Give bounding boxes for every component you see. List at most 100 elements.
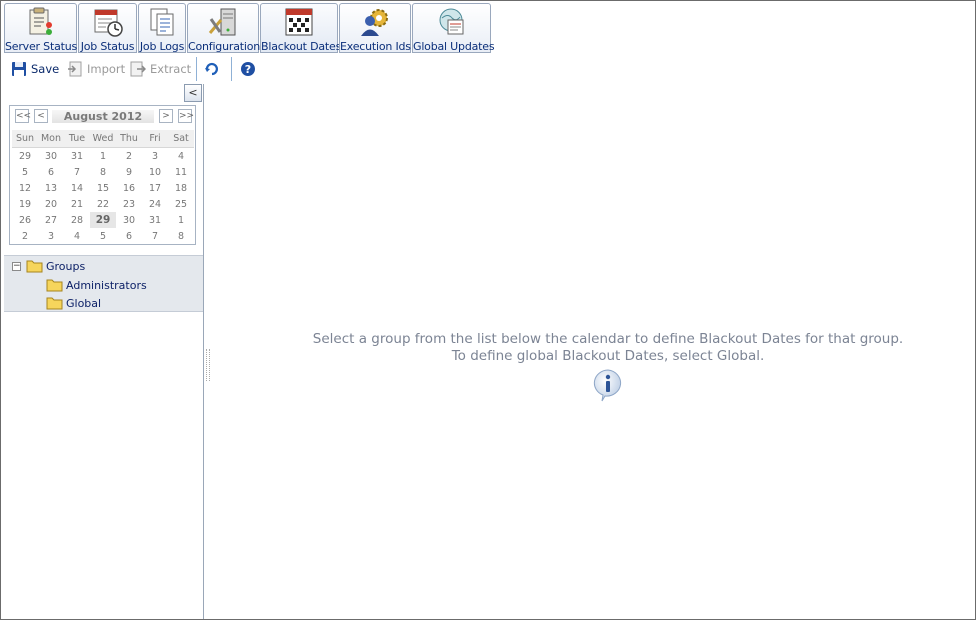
toolbar-separator xyxy=(231,57,232,81)
calendar-day[interactable]: 12 xyxy=(12,180,38,196)
calendar-week-row: 29 30 31 1 2 3 4 xyxy=(12,148,194,165)
tab-job-logs[interactable]: Job Logs xyxy=(138,3,186,53)
calendar-day[interactable]: 3 xyxy=(38,228,64,244)
calendar-day[interactable]: 25 xyxy=(168,196,194,212)
calendar-day[interactable]: 28 xyxy=(64,212,90,228)
calendar-day[interactable]: 6 xyxy=(38,164,64,180)
tab-global-updates[interactable]: Global Updates xyxy=(412,3,495,53)
calendar-day[interactable]: 30 xyxy=(116,212,142,228)
svg-text:?: ? xyxy=(245,63,251,76)
calendar-grid-icon xyxy=(285,8,313,36)
import-button[interactable]: Import xyxy=(67,59,125,79)
save-button[interactable]: Save xyxy=(11,59,59,79)
collapse-panel-button[interactable]: < xyxy=(184,84,202,102)
calendar-day[interactable]: 1 xyxy=(90,148,116,165)
calendar-day[interactable]: 13 xyxy=(38,180,64,196)
job-logs-icon xyxy=(150,8,174,36)
calendar-day[interactable]: 3 xyxy=(142,148,168,165)
calendar-day[interactable]: 26 xyxy=(12,212,38,228)
calendar-day[interactable]: 4 xyxy=(64,228,90,244)
weekday-header: Mon xyxy=(38,130,64,148)
tab-server-status[interactable]: Server Status xyxy=(4,3,77,53)
job-status-icon xyxy=(94,9,123,37)
previous-year-button[interactable]: << xyxy=(15,109,31,123)
calendar-day[interactable]: 2 xyxy=(116,148,142,165)
calendar-day[interactable]: 14 xyxy=(64,180,90,196)
calendar-day[interactable]: 24 xyxy=(142,196,168,212)
calendar-month-title[interactable]: August 2012 xyxy=(52,110,154,123)
calendar-day[interactable]: 19 xyxy=(12,196,38,212)
tab-configuration[interactable]: Configuration xyxy=(187,3,260,53)
weekday-header: Tue xyxy=(64,130,90,148)
instruction-line-2: To define global Blackout Dates, select … xyxy=(451,348,765,364)
calendar-day[interactable]: 8 xyxy=(90,164,116,180)
calendar-day[interactable]: 11 xyxy=(168,164,194,180)
tab-blackout-dates[interactable]: Blackout Dates xyxy=(260,3,341,53)
calendar-week-row: 19 20 21 22 23 24 25 xyxy=(12,196,194,212)
help-button[interactable]: ? xyxy=(240,59,260,79)
calendar-day[interactable]: 6 xyxy=(116,228,142,244)
calendar-day[interactable]: 7 xyxy=(64,164,90,180)
calendar-day[interactable]: 7 xyxy=(142,228,168,244)
calendar-day[interactable]: 5 xyxy=(90,228,116,244)
tab-job-status[interactable]: Job Status xyxy=(78,3,137,53)
calendar-day[interactable]: 10 xyxy=(142,164,168,180)
calendar-day[interactable]: 21 xyxy=(64,196,90,212)
calendar-day[interactable]: 23 xyxy=(116,196,142,212)
info-icon xyxy=(593,369,622,402)
calendar-day[interactable]: 31 xyxy=(64,148,90,165)
next-month-button[interactable]: > xyxy=(159,109,173,123)
calendar-day[interactable]: 29 xyxy=(90,212,116,228)
refresh-icon xyxy=(205,62,218,76)
instruction-line-1: Select a group from the list below the c… xyxy=(312,331,904,347)
calendar-day[interactable]: 15 xyxy=(90,180,116,196)
extract-button-label: Extract xyxy=(150,62,192,76)
weekday-header: Wed xyxy=(90,130,116,148)
weekday-header: Fri xyxy=(142,130,168,148)
folder-icon xyxy=(26,260,43,273)
calendar-week-row: 26 27 28 29 30 31 1 xyxy=(12,212,194,228)
tree-node-label: Global xyxy=(66,296,102,310)
collapse-node-icon[interactable]: − xyxy=(12,261,21,271)
globe-document-icon xyxy=(439,8,463,35)
calendar-day[interactable]: 8 xyxy=(168,228,194,244)
calendar-day[interactable]: 9 xyxy=(116,164,142,180)
refresh-button[interactable] xyxy=(204,59,224,79)
calendar-day[interactable]: 16 xyxy=(116,180,142,196)
calendar-day[interactable]: 22 xyxy=(90,196,116,212)
import-icon xyxy=(68,61,82,77)
save-button-label: Save xyxy=(31,62,60,76)
toolbar: Save Import Extract ? xyxy=(7,57,267,81)
previous-month-button[interactable]: < xyxy=(34,109,48,123)
weekday-header: Sat xyxy=(168,130,194,148)
server-status-icon xyxy=(29,7,52,35)
toolbar-separator xyxy=(196,57,197,81)
groups-tree: − Groups Administrators Global xyxy=(4,255,203,312)
calendar-day[interactable]: 20 xyxy=(38,196,64,212)
tree-node-label: Administrators xyxy=(66,278,147,292)
calendar-day[interactable]: 31 xyxy=(142,212,168,228)
calendar-day[interactable]: 29 xyxy=(12,148,38,165)
tab-execution-ids[interactable]: Execution Ids xyxy=(339,3,411,53)
calendar-day[interactable]: 1 xyxy=(168,212,194,228)
extract-button[interactable]: Extract xyxy=(130,59,191,79)
calendar-day[interactable]: 30 xyxy=(38,148,64,165)
calendar-day[interactable]: 2 xyxy=(12,228,38,244)
calendar-day[interactable]: 4 xyxy=(168,148,194,165)
floppy-disk-icon xyxy=(12,62,26,76)
calendar-day[interactable]: 5 xyxy=(12,164,38,180)
tree-node-groups[interactable]: − Groups xyxy=(12,257,85,275)
panel-splitter-handle[interactable] xyxy=(206,349,210,381)
instruction-message: Select a group from the list below the c… xyxy=(271,331,945,365)
folder-icon xyxy=(46,297,63,310)
tab-job-status-label: Job Status xyxy=(80,40,135,53)
tree-node-global[interactable]: Global xyxy=(46,294,101,312)
tab-job-logs-label: Job Logs xyxy=(139,40,185,53)
tab-global-updates-label: Global Updates xyxy=(413,40,495,53)
next-year-button[interactable]: >> xyxy=(178,109,194,123)
calendar-header: << < August 2012 > >> xyxy=(10,106,195,128)
calendar-day[interactable]: 17 xyxy=(142,180,168,196)
calendar-day[interactable]: 18 xyxy=(168,180,194,196)
calendar-day[interactable]: 27 xyxy=(38,212,64,228)
tree-node-administrators[interactable]: Administrators xyxy=(46,276,147,294)
